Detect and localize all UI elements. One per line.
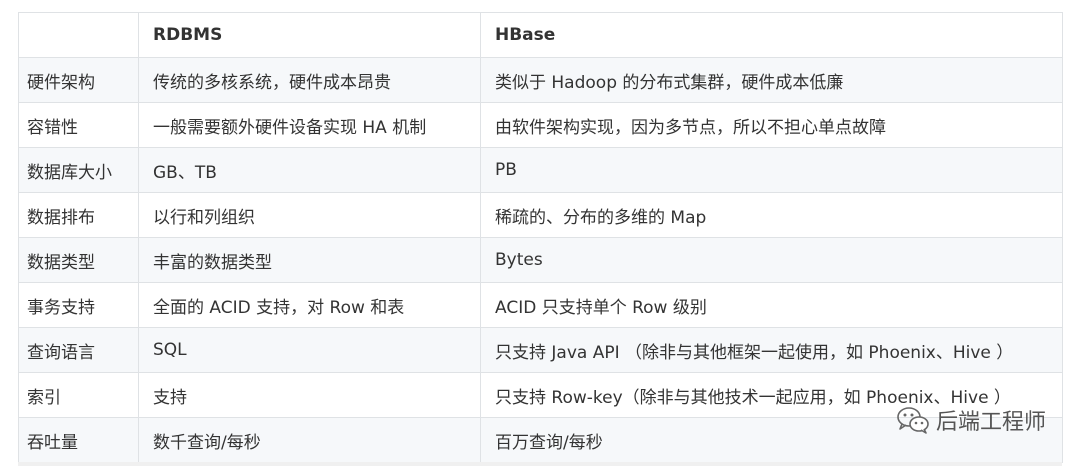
rdbms-cell: 传统的多核系统，硬件成本昂贵 [138,57,481,103]
row-label: 容错性 [18,102,139,148]
header-row: RDBMS HBase [18,12,1063,58]
rdbms-cell: 一般需要额外硬件设备实现 HA 机制 [138,102,481,148]
page-bottom-divider [18,462,1062,466]
header-cell-corner [18,12,139,58]
hbase-cell: 由软件架构实现，因为多节点，所以不担心单点故障 [480,102,1063,148]
table-row: 数据排布 以行和列组织 稀疏的、分布的多维的 Map [18,192,1063,238]
rdbms-cell: 支持 [138,372,481,418]
hbase-cell: 只支持 Java API （除非与其他框架一起使用，如 Phoenix、Hive… [480,327,1063,373]
hbase-cell: ACID 只支持单个 Row 级别 [480,282,1063,328]
rdbms-cell: 数千查询/每秒 [138,417,481,463]
rdbms-cell: GB、TB [138,147,481,193]
hbase-cell: 稀疏的、分布的多维的 Map [480,192,1063,238]
row-label: 数据排布 [18,192,139,238]
channel-watermark: 后端工程师 [896,404,1046,436]
row-label: 数据类型 [18,237,139,283]
comparison-table-container: RDBMS HBase 硬件架构 传统的多核系统，硬件成本昂贵 类似于 Hado… [18,12,1063,463]
row-label: 事务支持 [18,282,139,328]
table-row: 查询语言 SQL 只支持 Java API （除非与其他框架一起使用，如 Pho… [18,327,1063,373]
watermark-text: 后端工程师 [935,410,1046,435]
table-row: 容错性 一般需要额外硬件设备实现 HA 机制 由软件架构实现，因为多节点，所以不… [18,102,1063,148]
wechat-icon [897,407,929,434]
rdbms-cell: 丰富的数据类型 [138,237,481,283]
rdbms-cell: 以行和列组织 [138,192,481,238]
row-label: 数据库大小 [18,147,139,193]
table-row: 硬件架构 传统的多核系统，硬件成本昂贵 类似于 Hadoop 的分布式集群，硬件… [18,57,1063,103]
row-label: 查询语言 [18,327,139,373]
rdbms-cell: SQL [138,327,481,373]
table-row: 数据类型 丰富的数据类型 Bytes [18,237,1063,283]
header-cell-hbase: HBase [480,12,1063,58]
hbase-cell: Bytes [480,237,1063,283]
table-header: RDBMS HBase [18,12,1063,58]
row-label: 索引 [18,372,139,418]
table-row: 数据库大小 GB、TB PB [18,147,1063,193]
comparison-table: RDBMS HBase 硬件架构 传统的多核系统，硬件成本昂贵 类似于 Hado… [18,12,1063,463]
table-body: 硬件架构 传统的多核系统，硬件成本昂贵 类似于 Hadoop 的分布式集群，硬件… [18,57,1063,463]
header-cell-rdbms: RDBMS [138,12,481,58]
row-label: 吞吐量 [18,417,139,463]
rdbms-cell: 全面的 ACID 支持，对 Row 和表 [138,282,481,328]
hbase-cell: PB [480,147,1063,193]
table-row: 事务支持 全面的 ACID 支持，对 Row 和表 ACID 只支持单个 Row… [18,282,1063,328]
row-label: 硬件架构 [18,57,139,103]
hbase-cell: 类似于 Hadoop 的分布式集群，硬件成本低廉 [480,57,1063,103]
